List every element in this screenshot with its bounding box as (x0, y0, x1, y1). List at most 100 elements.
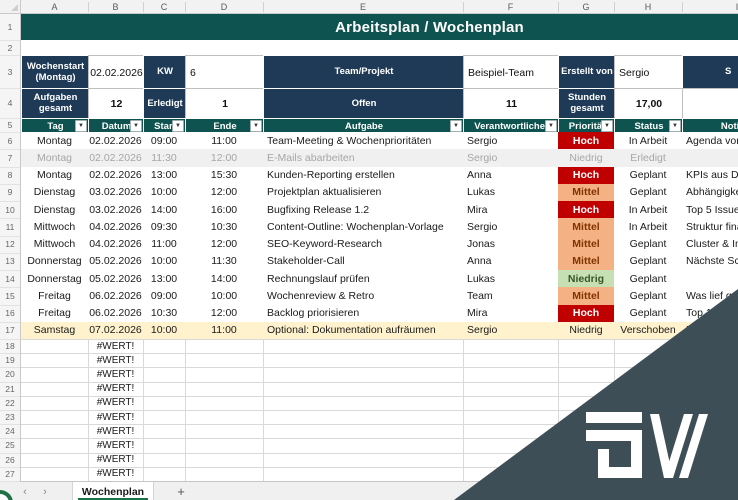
row-number[interactable]: 7 (0, 149, 20, 168)
summary-value-cell[interactable]: 6 (185, 55, 269, 90)
empty-cell[interactable] (614, 381, 683, 397)
cell-tag[interactable]: Montag (21, 166, 89, 185)
filter-dropdown-icon[interactable]: ▼ (450, 120, 462, 132)
empty-cell[interactable] (21, 452, 89, 468)
cell-verantwortlicher[interactable]: Sergio (463, 149, 563, 168)
cell-notizen[interactable]: Näch (682, 321, 738, 340)
row-number[interactable]: 26 (0, 453, 20, 468)
cell-prioritaet[interactable]: Hoch (558, 304, 615, 323)
cell-datum[interactable]: 02.02.2026 (88, 166, 144, 185)
error-value-cell[interactable]: #WERT! (88, 438, 144, 454)
filter-dropdown-icon[interactable]: ▼ (172, 120, 184, 132)
cell-datum[interactable]: 06.02.2026 (88, 304, 144, 323)
cell-ende[interactable]: 11:00 (185, 132, 264, 151)
cell-status[interactable]: Verschoben (614, 321, 683, 340)
empty-cell[interactable] (185, 367, 264, 383)
cell-tag[interactable]: Montag (21, 132, 89, 151)
empty-cell[interactable] (263, 410, 464, 426)
cell-notizen[interactable] (682, 270, 738, 289)
cell-ende[interactable]: 12:00 (185, 235, 264, 254)
empty-cell[interactable] (263, 339, 464, 355)
cell-notizen[interactable]: Abhängigkeite (682, 183, 738, 202)
empty-cell[interactable] (21, 367, 89, 383)
empty-cell[interactable] (143, 438, 186, 454)
cell-tag[interactable]: Samstag (21, 321, 89, 340)
row-number[interactable]: 14 (0, 270, 20, 289)
empty-cell[interactable] (682, 382, 738, 397)
empty-cell[interactable] (463, 410, 559, 426)
column-letter[interactable]: B (88, 0, 143, 14)
row-number[interactable]: 21 (0, 382, 20, 397)
empty-cell[interactable] (143, 466, 186, 482)
empty-cell[interactable] (21, 395, 89, 411)
cell-verantwortlicher[interactable]: Anna (463, 252, 563, 271)
cell-start[interactable]: 11:30 (143, 149, 186, 168)
empty-cell[interactable] (143, 424, 186, 440)
empty-cell[interactable] (463, 438, 559, 454)
row-number[interactable]: 12 (0, 236, 20, 254)
error-value-cell[interactable]: #WERT! (88, 410, 144, 426)
empty-cell[interactable] (614, 395, 683, 411)
cell-verantwortlicher[interactable]: Team (463, 287, 563, 306)
cell-verantwortlicher[interactable]: Anna (463, 166, 563, 185)
empty-cell[interactable] (21, 438, 89, 454)
summary-value-cell[interactable]: 11 (463, 88, 560, 120)
empty-cell[interactable] (682, 396, 738, 411)
cell-start[interactable]: 10:00 (143, 252, 186, 271)
row-number[interactable]: 23 (0, 410, 20, 426)
empty-cell[interactable] (263, 466, 464, 482)
error-value-cell[interactable]: #WERT! (88, 353, 144, 369)
cell-datum[interactable]: 05.02.2026 (88, 270, 144, 289)
summary-label-cell[interactable]: Erstellt von (558, 55, 616, 90)
cell-aufgabe[interactable]: SEO-Keyword-Research (263, 235, 468, 254)
empty-cell[interactable] (143, 410, 186, 426)
cell-status[interactable]: Erledigt (614, 149, 683, 168)
cell-ende[interactable]: 16:00 (185, 201, 264, 220)
cell-datum[interactable]: 04.02.2026 (88, 235, 144, 254)
cell-start[interactable]: 10:00 (143, 183, 186, 202)
cell-verantwortlicher[interactable]: Jonas (463, 235, 563, 254)
error-value-cell[interactable]: #WERT! (88, 466, 144, 482)
empty-cell[interactable] (185, 410, 264, 426)
empty-cell[interactable] (143, 353, 186, 369)
cell-verantwortlicher[interactable]: Sergio (463, 132, 563, 151)
cell-notizen[interactable]: Was lief gut / (682, 287, 738, 306)
empty-cell[interactable] (185, 438, 264, 454)
empty-cell[interactable] (558, 353, 615, 369)
cell-aufgabe[interactable]: Kunden-Reporting erstellen (263, 166, 468, 185)
column-letter[interactable]: E (263, 0, 463, 14)
cell-verantwortlicher[interactable]: Lukas (463, 183, 563, 202)
row-number[interactable]: 16 (0, 305, 20, 323)
empty-cell[interactable] (21, 339, 89, 355)
empty-cell[interactable] (558, 367, 615, 383)
cell-aufgabe[interactable]: Team-Meeting & Wochenprioritäten (263, 132, 468, 151)
cell-notizen[interactable]: Top 5 Issues (682, 201, 738, 220)
next-sheet-arrow-icon[interactable]: › (38, 482, 52, 500)
empty-cell[interactable] (463, 367, 559, 383)
cell-tag[interactable]: Donnerstag (21, 270, 89, 289)
error-value-cell[interactable]: #WERT! (88, 367, 144, 383)
cell-notizen[interactable]: Top 10 Ta (682, 304, 738, 323)
summary-value-cell[interactable]: 17,00 (614, 88, 684, 120)
row-number[interactable]: 19 (0, 353, 20, 369)
empty-cell[interactable] (463, 339, 559, 355)
empty-cell[interactable] (143, 381, 186, 397)
cell-start[interactable]: 09:30 (143, 218, 186, 237)
summary-label-cell[interactable]: Team/Projekt (263, 55, 465, 90)
cell-verantwortlicher[interactable]: Sergio (463, 321, 563, 340)
empty-cell[interactable] (614, 353, 683, 369)
cell-datum[interactable]: 05.02.2026 (88, 252, 144, 271)
column-letter[interactable]: C (143, 0, 185, 14)
cell-aufgabe[interactable]: Wochenreview & Retro (263, 287, 468, 306)
cell-prioritaet[interactable]: Mittel (558, 235, 615, 254)
empty-cell[interactable] (463, 381, 559, 397)
empty-cell[interactable] (614, 466, 683, 482)
empty-cell[interactable] (263, 424, 464, 440)
empty-cell[interactable] (682, 367, 738, 383)
cell-prioritaet[interactable]: Mittel (558, 218, 615, 237)
cell-verantwortlicher[interactable]: Mira (463, 201, 563, 220)
add-sheet-button[interactable]: + (172, 482, 190, 500)
cell-ende[interactable]: 11:00 (185, 321, 264, 340)
cell-start[interactable]: 13:00 (143, 166, 186, 185)
cell-tag[interactable]: Donnerstag (21, 252, 89, 271)
